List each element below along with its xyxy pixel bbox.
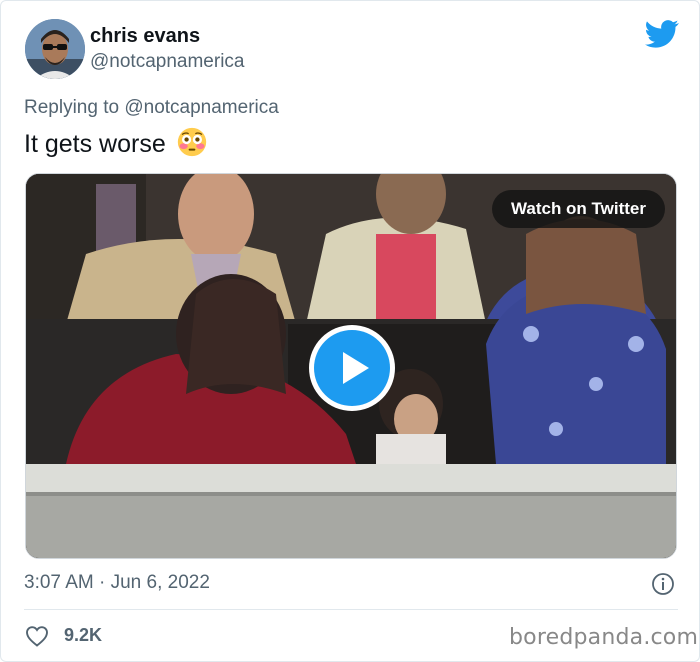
author-name[interactable]: chris evans xyxy=(90,25,200,48)
video-player[interactable]: Watch on Twitter xyxy=(25,173,677,559)
watch-on-twitter-button[interactable]: Watch on Twitter xyxy=(491,190,665,228)
info-icon[interactable] xyxy=(651,572,675,596)
reply-prefix: Replying to xyxy=(24,97,120,118)
author-handle[interactable]: @notcapnamerica xyxy=(90,51,244,73)
divider xyxy=(24,609,678,610)
tweet-card: chris evans @notcapnamerica Replying to … xyxy=(0,0,700,662)
tweet-body: It gets worse xyxy=(24,130,166,158)
like-count[interactable]: 9.2K xyxy=(64,625,102,646)
flushed-face-emoji xyxy=(177,127,206,157)
avatar[interactable] xyxy=(25,19,85,79)
play-icon xyxy=(343,352,369,384)
tweet-timestamp[interactable]: 3:07 AM · Jun 6, 2022 xyxy=(24,572,210,594)
reply-target-link[interactable]: @notcapnamerica xyxy=(124,97,278,118)
avatar-image xyxy=(25,19,85,79)
play-button[interactable] xyxy=(309,325,395,411)
twitter-bird-icon[interactable] xyxy=(645,19,679,49)
reply-context: Replying to @notcapnamerica xyxy=(24,97,279,119)
watermark: boredpanda.com xyxy=(509,625,699,650)
tweet-text: It gets worse xyxy=(24,127,207,159)
heart-icon[interactable] xyxy=(25,625,49,647)
